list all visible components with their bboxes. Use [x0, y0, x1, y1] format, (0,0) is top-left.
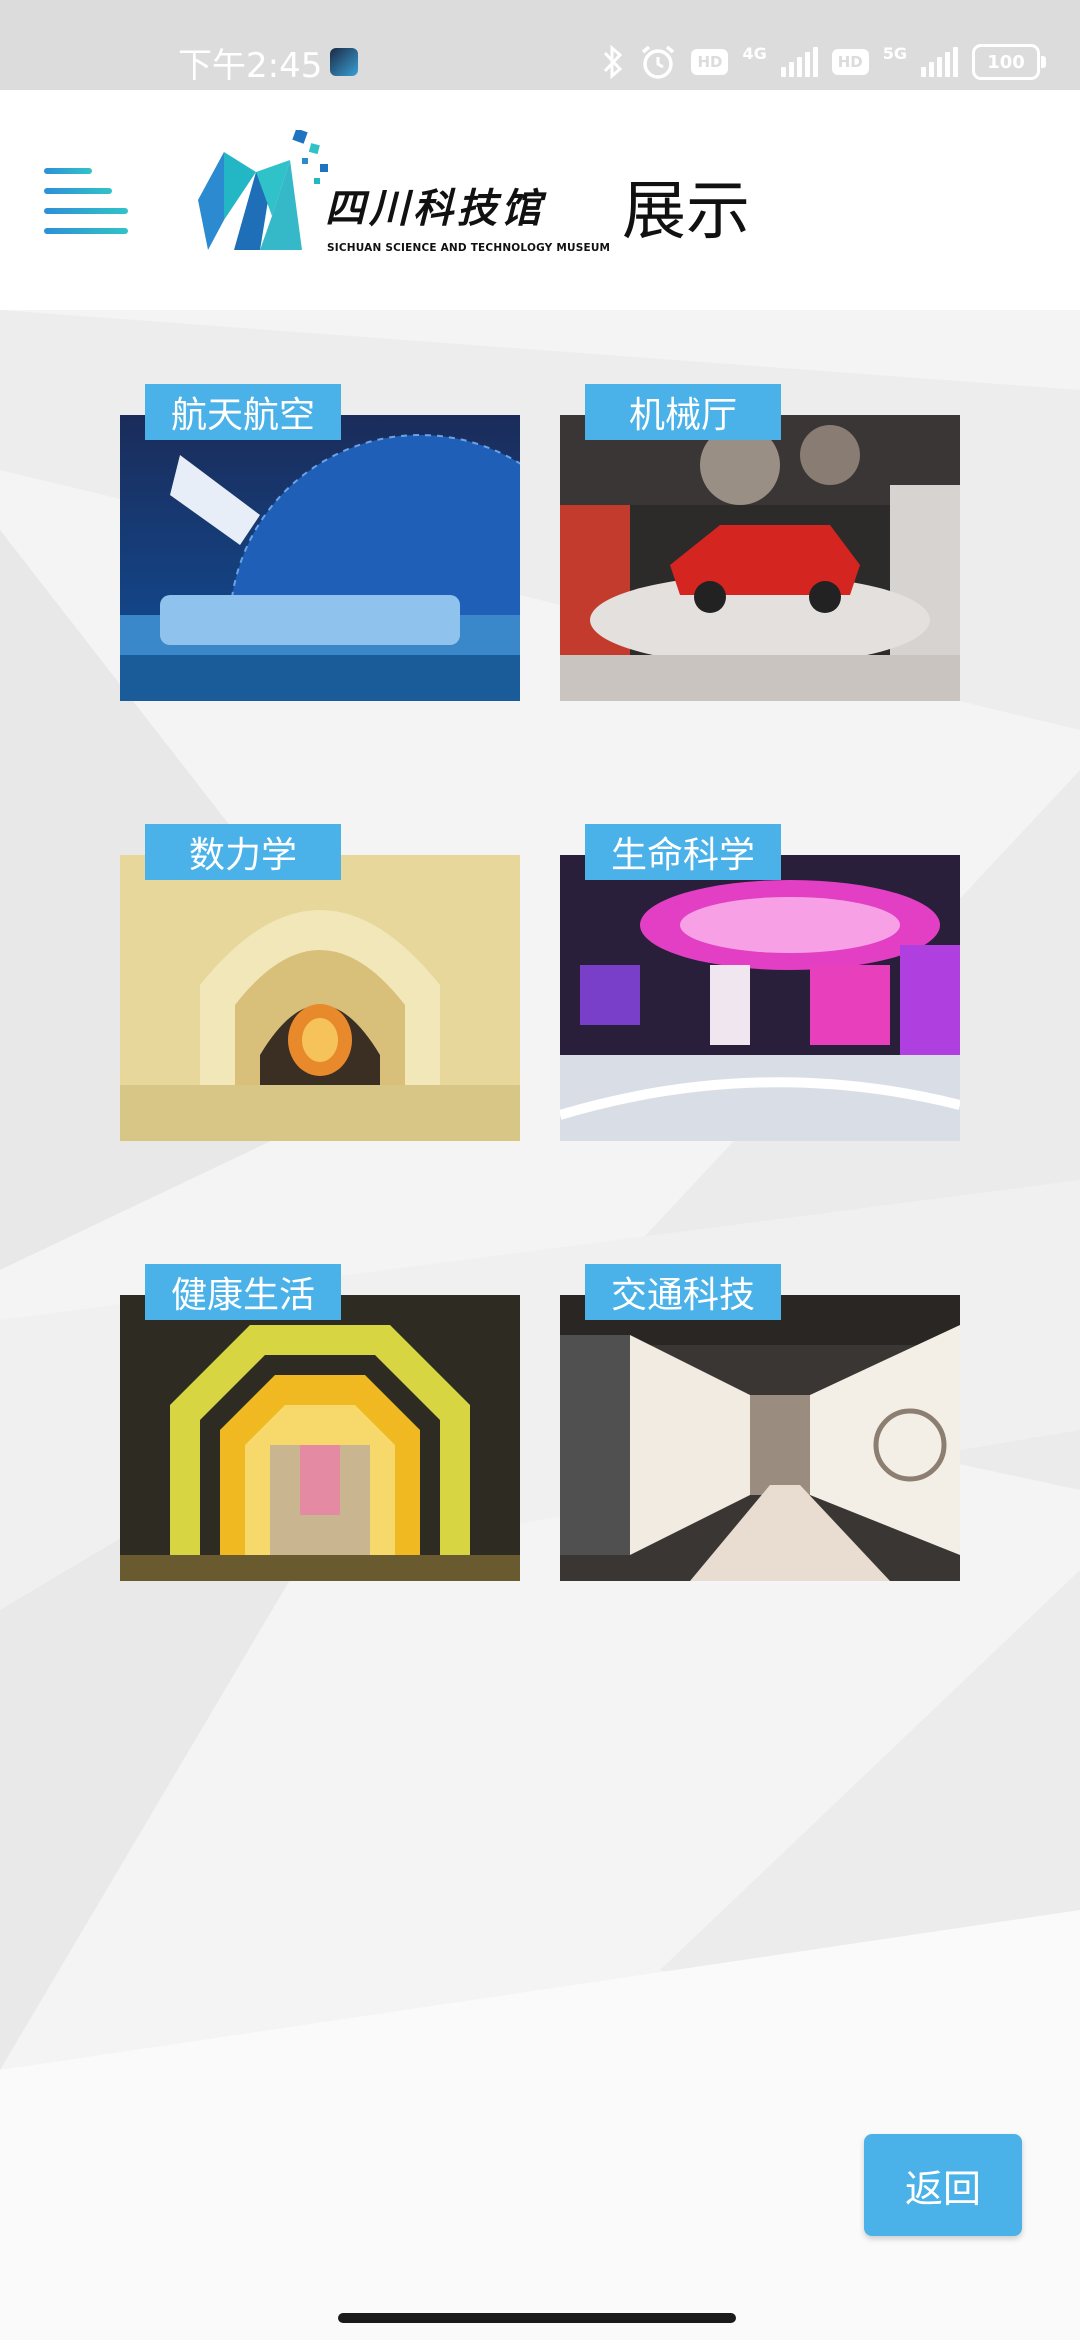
menu-icon	[44, 168, 92, 174]
logo-chinese-text: 四川科技馆	[325, 185, 545, 232]
logo-english-text: SICHUAN SCIENCE AND TECHNOLOGY MUSEUM	[327, 242, 611, 254]
hd-badge-1: HD	[691, 49, 729, 75]
signal-icon-2	[921, 47, 958, 77]
exhibit-label: 航天航空	[145, 384, 341, 440]
exhibit-label: 机械厅	[585, 384, 781, 440]
exhibit-card-mathematics[interactable]: 数力学	[120, 824, 520, 1141]
exhibit-card-healthy-life[interactable]: 健康生活	[120, 1264, 520, 1581]
back-button[interactable]: 返回	[864, 2134, 1022, 2236]
museum-logo: 四川科技馆 SICHUAN SCIENCE AND TECHNOLOGY MUS…	[190, 130, 610, 270]
app-notification-icon	[330, 48, 358, 76]
exhibit-card-life-science[interactable]: 生命科学	[560, 824, 960, 1141]
status-bar: 下午2:45 HD 4G HD 5G 100	[0, 0, 1080, 90]
exhibit-card-transport[interactable]: 交通科技	[560, 1264, 960, 1581]
exhibit-card-aerospace[interactable]: 航天航空	[120, 384, 520, 701]
machinery-hall-photo	[560, 415, 960, 701]
network-type-1: 4G	[742, 43, 767, 63]
hd-badge-2: HD	[831, 49, 869, 75]
alarm-icon	[639, 43, 677, 81]
exhibit-label: 生命科学	[585, 824, 781, 880]
battery-icon: 100	[972, 44, 1046, 80]
home-indicator[interactable]	[338, 2313, 736, 2323]
life-science-hall-photo	[560, 855, 960, 1141]
status-icons: HD 4G HD 5G 100	[601, 40, 1046, 84]
exhibit-label: 数力学	[145, 824, 341, 880]
exhibit-label: 健康生活	[145, 1264, 341, 1320]
mathematics-mechanics-hall-photo	[120, 855, 520, 1141]
exhibition-page: 下午2:45 HD 4G HD 5G 100 四川科技馆 SICHUAN SCI…	[0, 0, 1080, 2340]
status-time: 下午2:45	[178, 46, 323, 86]
aerospace-hall-photo	[120, 415, 520, 701]
menu-button[interactable]	[44, 158, 128, 242]
exhibit-label: 交通科技	[585, 1264, 781, 1320]
transport-technology-hall-photo	[560, 1295, 960, 1581]
exhibit-card-machinery[interactable]: 机械厅	[560, 384, 960, 701]
signal-icon-1	[780, 47, 818, 77]
logo-mark-icon	[198, 130, 328, 250]
bluetooth-icon	[601, 42, 625, 82]
network-type-2: 5G	[882, 43, 907, 63]
healthy-life-hall-photo	[120, 1295, 520, 1581]
app-header: 四川科技馆 SICHUAN SCIENCE AND TECHNOLOGY MUS…	[0, 90, 1080, 310]
page-title: 展示	[622, 175, 750, 249]
